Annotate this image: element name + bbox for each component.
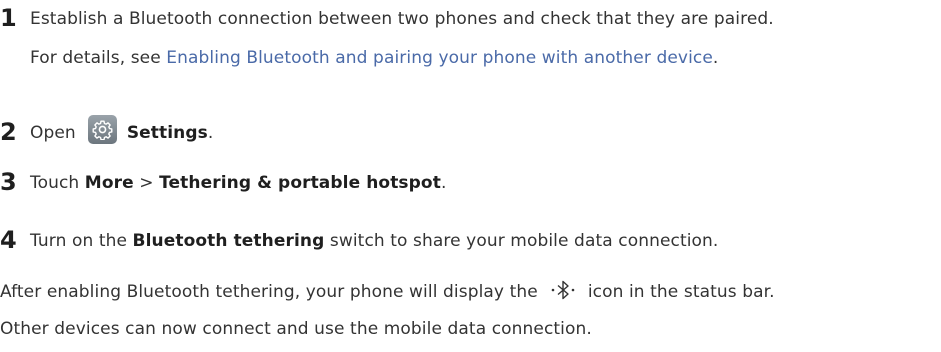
settings-gear-icon (87, 115, 117, 144)
step-2: 2 Open Settings. (0, 115, 213, 145)
step-4: 4 Turn on the Bluetooth tethering switch … (0, 228, 718, 253)
step-3: 3 Touch More > Tethering & portable hotsp… (0, 170, 446, 195)
step-suffix: . (440, 173, 447, 193)
step-number: 2 (0, 118, 17, 146)
more-label: More (84, 173, 134, 193)
step-text: Open (30, 123, 76, 143)
step-number: 3 (0, 168, 17, 196)
path-separator: > (133, 173, 160, 193)
note-line-2: Other devices can now connect and use th… (0, 317, 592, 341)
note-line-1: After enabling Bluetooth tethering, your… (0, 279, 775, 304)
step-number: 4 (0, 226, 17, 254)
bluetooth-tethering-icon (548, 279, 578, 301)
note-text-suffix: icon in the status bar. (587, 282, 775, 302)
tethering-hotspot-label: Tethering & portable hotspot (159, 173, 441, 193)
step-text: Establish a Bluetooth connection between… (30, 9, 774, 29)
step-suffix: switch to share your mobile data connect… (324, 231, 719, 251)
step-text: Touch (30, 173, 85, 193)
step-1: 1 Establish a Bluetooth connection betwee… (0, 6, 774, 31)
pairing-link[interactable]: Enabling Bluetooth and pairing your phon… (166, 48, 713, 68)
bluetooth-tethering-label: Bluetooth tethering (132, 231, 325, 251)
step-1-details: For details, see Enabling Bluetooth and … (30, 46, 718, 70)
settings-label: Settings (126, 123, 208, 143)
details-suffix: . (712, 48, 719, 68)
step-text: Turn on the (30, 231, 133, 251)
step-number: 1 (0, 4, 17, 32)
note-text: Other devices can now connect and use th… (0, 319, 592, 339)
step-suffix: . (207, 123, 214, 143)
note-text-prefix: After enabling Bluetooth tethering, your… (0, 282, 538, 302)
details-prefix: For details, see (30, 48, 167, 68)
